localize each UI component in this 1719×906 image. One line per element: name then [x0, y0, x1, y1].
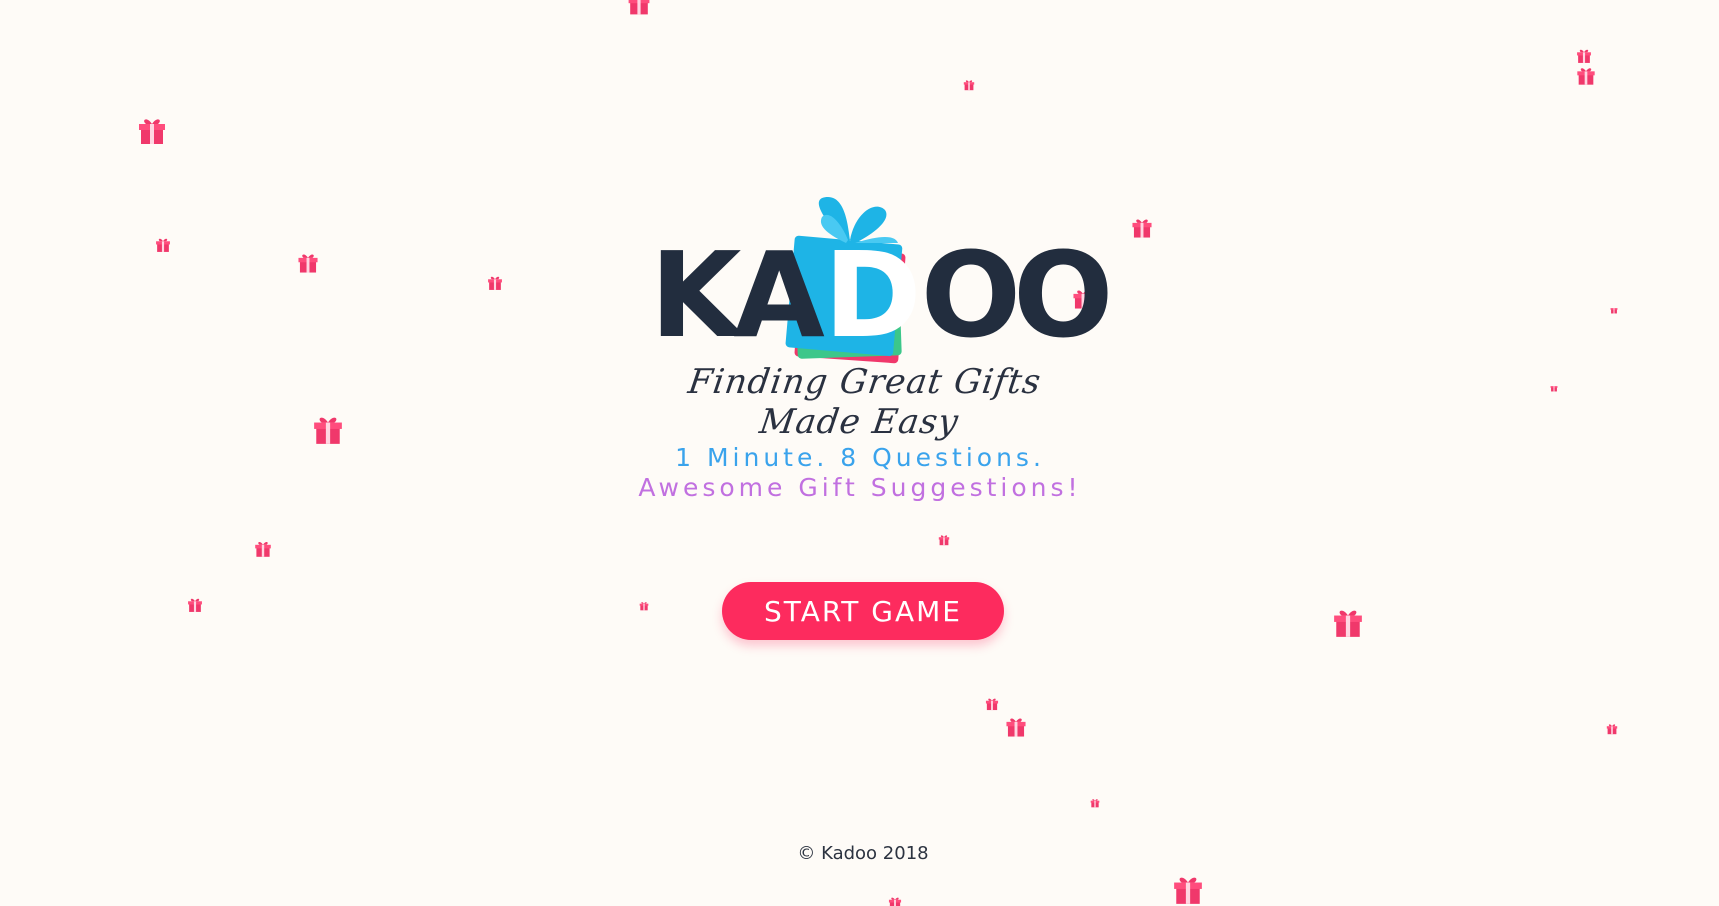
gift-icon [139, 119, 165, 144]
pitch-line-1: 1 Minute. 8 Questions. [675, 443, 1045, 472]
gift-icon [1550, 386, 1558, 392]
gift-icon [1334, 610, 1362, 637]
gift-icon [888, 897, 902, 906]
gift-icon [255, 542, 271, 557]
gift-icon [1006, 718, 1026, 737]
gift-icon [1132, 219, 1152, 238]
logo-letter: K [650, 226, 741, 364]
footer-copyright: © Kadoo 2018 [797, 843, 929, 864]
brand-tagline: Finding Great Gifts Made Easy [685, 362, 1044, 442]
gift-icon [314, 417, 342, 444]
gift-icon [298, 254, 318, 273]
gift-icon [639, 602, 649, 611]
pitch-line-2: Awesome Gift Suggestions! [638, 473, 1082, 502]
gift-icon [1606, 724, 1618, 735]
gift-icon [1174, 877, 1202, 904]
gift-icon [963, 80, 975, 91]
gift-icon [1577, 49, 1591, 63]
start-game-button[interactable]: START GAME [722, 582, 1004, 640]
gift-icon [488, 276, 502, 290]
gift-icon [1610, 308, 1618, 314]
gift-icon [938, 535, 950, 546]
logo-letter: O [1013, 226, 1113, 364]
logo-wordmark: K A D O O [650, 226, 1113, 364]
kadoo-logo: K A D O O [650, 195, 1113, 370]
gift-icon [628, 0, 650, 15]
logo-letter: A [733, 226, 824, 364]
gift-icon [1577, 68, 1595, 85]
landing-page: K A D O O Finding Great Gifts Made Easy … [0, 0, 1719, 906]
pitch-text: 1 Minute. 8 Questions. Awesome Gift Sugg… [560, 443, 1160, 503]
gift-icon [1090, 799, 1100, 808]
gift-icon [156, 238, 170, 252]
gift-icon [188, 598, 202, 612]
gift-icon [985, 698, 999, 711]
logo-letter: O [920, 226, 1021, 364]
logo-letter-highlight: D [823, 226, 922, 364]
